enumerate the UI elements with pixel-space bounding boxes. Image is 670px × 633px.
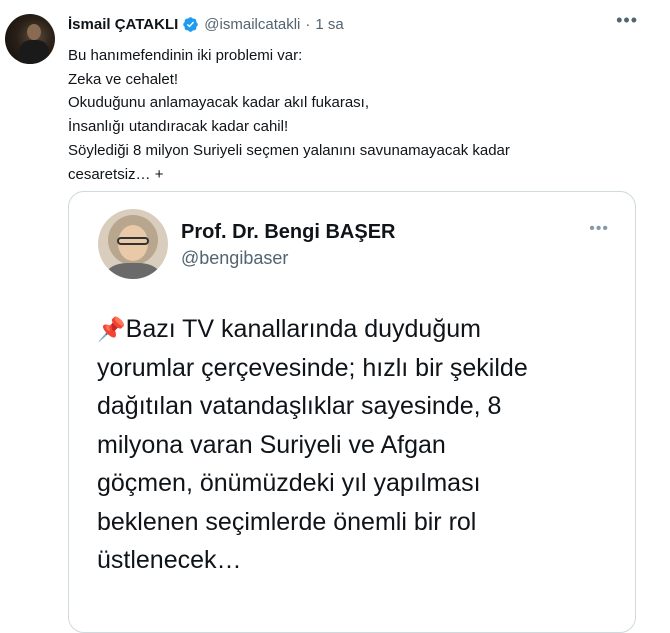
verified-badge-icon [183, 17, 199, 32]
author-avatar[interactable] [5, 14, 55, 64]
author-name[interactable]: İsmail ÇATAKLI [68, 16, 178, 33]
quoted-tweet-body: Bazı TV kanallarında duyduğum yorumlar ç… [97, 315, 528, 574]
more-horizontal-icon[interactable]: ••• [616, 10, 638, 31]
separator-dot: · [305, 16, 311, 33]
author-handle[interactable]: @ismailcatakli [204, 16, 300, 33]
pushpin-icon: 📌 [97, 316, 126, 342]
quoted-author-handle[interactable]: @bengibaser [181, 248, 288, 269]
quoted-author-name[interactable]: Prof. Dr. Bengi BAŞER [181, 221, 395, 244]
tweet-time[interactable]: 1 sa [315, 16, 343, 33]
tweet-header: İsmail ÇATAKLI @ismailcatakli · 1 sa [68, 16, 344, 33]
tweet-text: Bu hanımefendinin iki problemi var: Zeka… [68, 47, 510, 183]
quoted-tweet-text: 📌Bazı TV kanallarında duyduğum yorumlar … [97, 310, 617, 580]
quoted-author-avatar[interactable] [98, 209, 168, 279]
quoted-more-horizontal-icon[interactable]: ••• [589, 220, 609, 238]
quoted-tweet-card[interactable]: Prof. Dr. Bengi BAŞER @bengibaser ••• 📌B… [68, 191, 636, 633]
